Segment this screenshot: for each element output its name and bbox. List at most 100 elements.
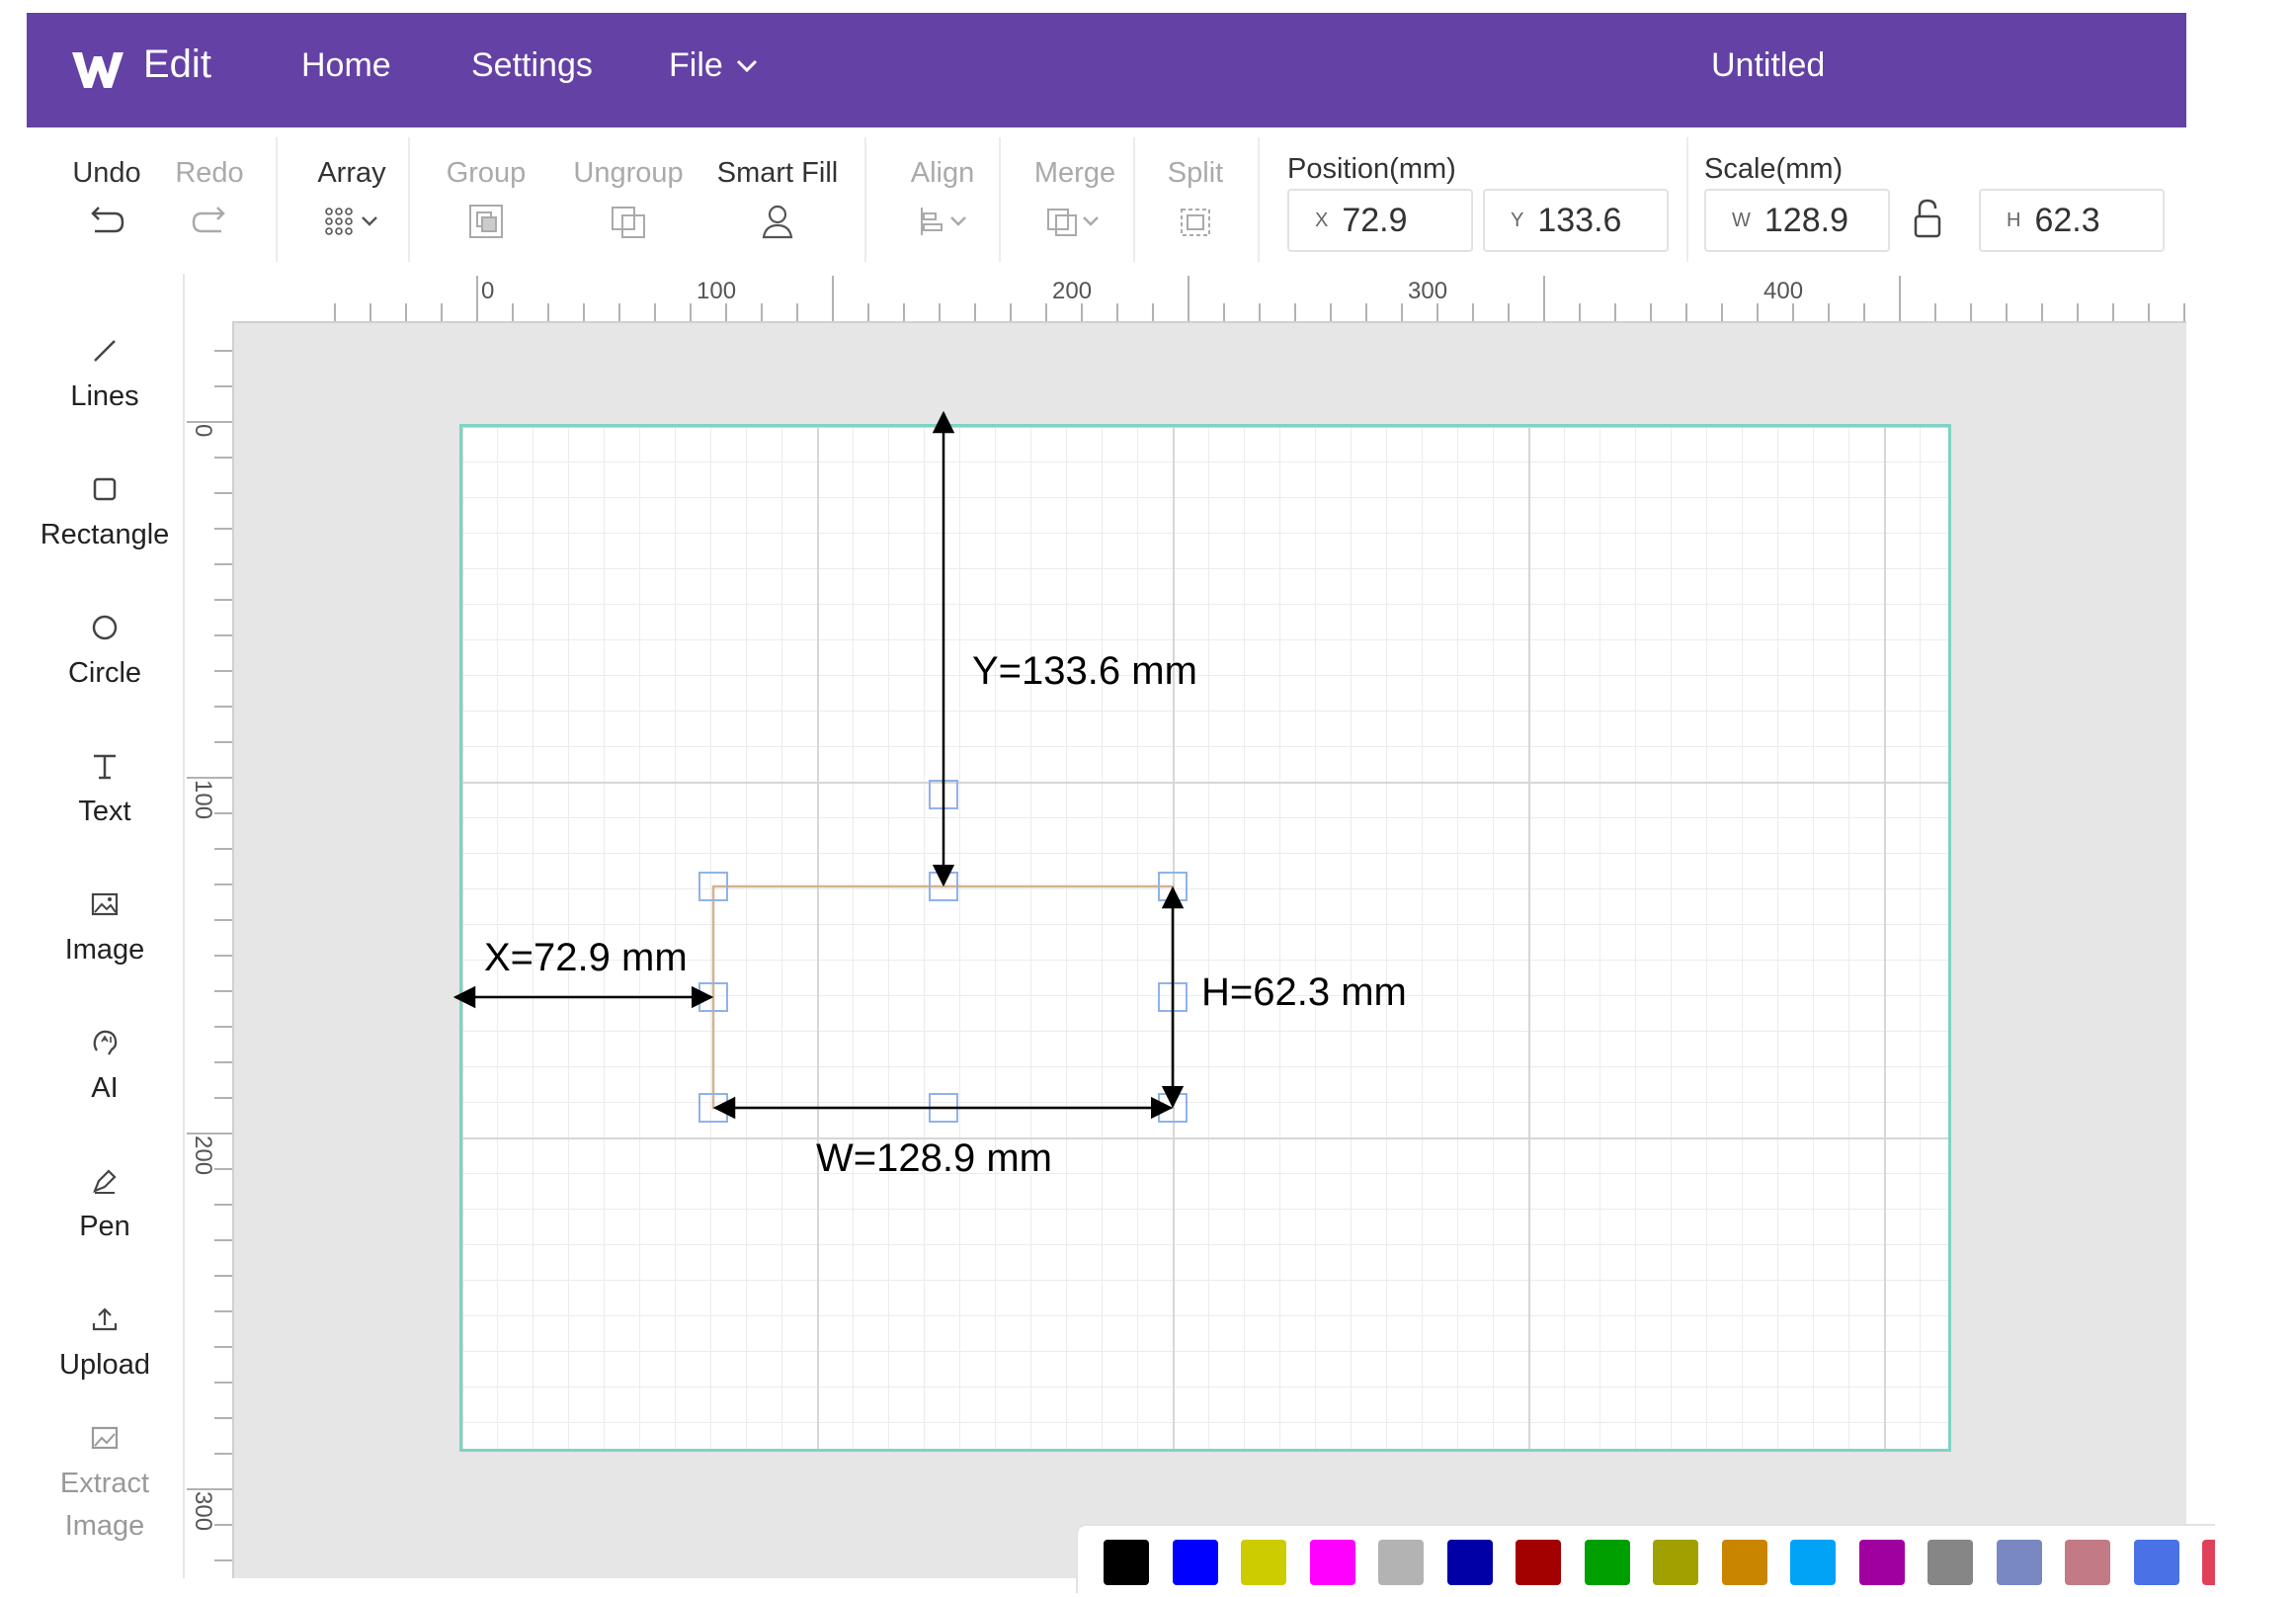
ruler-h-label: 100 — [697, 278, 737, 304]
scale-h-value: 62.3 — [2034, 201, 2100, 239]
tool-image-label: Image — [64, 934, 145, 966]
circle-icon — [92, 615, 118, 640]
ruler-h-label: 0 — [481, 278, 495, 304]
color-swatch[interactable] — [2202, 1540, 2215, 1585]
ruler-v-label: 300 — [190, 1491, 216, 1532]
color-swatch[interactable] — [1446, 1540, 1493, 1585]
ruler-h-label: 200 — [1052, 278, 1093, 304]
color-swatch[interactable] — [1378, 1540, 1424, 1585]
tool-pen-label: Pen — [79, 1211, 130, 1242]
scale-w-input[interactable]: W 128.9 — [1704, 189, 1890, 252]
tool-upload[interactable]: Upload — [27, 1302, 183, 1382]
ruler-h-label: 400 — [1763, 278, 1804, 304]
color-swatch[interactable] — [1858, 1540, 1905, 1585]
tool-image[interactable]: Image — [27, 886, 183, 967]
tool-text[interactable]: Text — [27, 748, 183, 828]
position-y-prefix: Y — [1511, 209, 1524, 231]
position-y-input[interactable]: Y 133.6 — [1483, 189, 1669, 252]
nav-file-label: File — [669, 46, 723, 84]
color-swatch[interactable] — [1241, 1540, 1286, 1585]
toolbar-divider — [999, 137, 1001, 262]
ungroup-button[interactable]: Ungroup — [554, 157, 702, 241]
merge-icon — [1047, 209, 1099, 236]
array-label: Array — [317, 157, 386, 189]
align-button[interactable]: Align — [888, 157, 997, 241]
tool-rectangle[interactable]: Rectangle — [27, 471, 183, 551]
scale-label: Scale(mm) — [1704, 153, 1844, 185]
canvas-area[interactable] — [234, 323, 2186, 1578]
ruler-v-label: 200 — [190, 1135, 216, 1176]
color-swatch[interactable] — [2065, 1540, 2110, 1585]
tool-circle[interactable]: Circle — [27, 610, 183, 690]
scale-w-prefix: W — [1732, 209, 1751, 231]
tool-circle-label: Circle — [67, 657, 142, 689]
ruler-v-label: 100 — [190, 780, 216, 820]
upload-icon — [92, 1307, 118, 1331]
ai-brain-icon — [93, 1030, 118, 1055]
color-swatch[interactable] — [1790, 1540, 1836, 1585]
color-swatch[interactable] — [1104, 1540, 1149, 1585]
scale-h-input[interactable]: H 62.3 — [1979, 189, 2165, 252]
tool-upload-label: Upload — [59, 1349, 150, 1381]
tool-lines[interactable]: Lines — [27, 333, 183, 413]
unlock-icon[interactable] — [1910, 197, 1945, 240]
redo-button[interactable]: Redo — [165, 157, 254, 241]
nav-home[interactable]: Home — [301, 46, 391, 85]
color-swatch[interactable] — [1721, 1540, 1767, 1585]
tool-ai-label: AI — [91, 1072, 119, 1104]
text-icon — [94, 754, 116, 780]
undo-label: Undo — [72, 157, 141, 189]
ruler-v-label: 0 — [190, 424, 216, 438]
color-swatch[interactable] — [1653, 1540, 1698, 1585]
ungroup-icon — [612, 207, 645, 238]
vertical-ruler-ticks — [187, 350, 232, 1561]
color-swatch[interactable] — [1927, 1540, 1973, 1585]
color-swatch[interactable] — [1309, 1540, 1355, 1585]
undo-icon — [91, 207, 124, 233]
chevron-down-icon — [736, 59, 757, 72]
split-icon — [1181, 209, 1210, 236]
group-button[interactable]: Group — [434, 157, 538, 241]
group-label: Group — [446, 157, 527, 189]
color-swatch[interactable] — [1172, 1540, 1218, 1585]
split-button[interactable]: Split — [1153, 157, 1238, 241]
merge-button[interactable]: Merge — [1021, 157, 1129, 241]
nav-file-menu[interactable]: File — [669, 46, 759, 85]
toolbar-divider — [864, 137, 866, 262]
app-edit-label: Edit — [143, 42, 211, 86]
app-window: Edit Home Settings File Untitled Undo Re… — [27, 13, 2215, 1593]
left-tool-panel: Lines Rectangle Circle Text Image AI Pen — [27, 274, 185, 1578]
redo-icon — [192, 207, 225, 233]
position-y-value: 133.6 — [1537, 201, 1622, 239]
toolbar-divider — [276, 137, 278, 262]
position-x-input[interactable]: X 72.9 — [1287, 189, 1473, 252]
tool-lines-label: Lines — [70, 380, 139, 412]
color-swatch[interactable] — [1996, 1540, 2042, 1585]
toolbar: Undo Redo Array Group Ungroup Smart Fill… — [27, 127, 2186, 276]
group-icon — [469, 205, 503, 238]
redo-label: Redo — [175, 157, 244, 189]
artboard-grid[interactable] — [459, 424, 1951, 1452]
smart-fill-button[interactable]: Smart Fill — [708, 157, 847, 241]
tool-ai[interactable]: AI — [27, 1025, 183, 1105]
tool-pen[interactable]: Pen — [27, 1163, 183, 1243]
line-icon — [94, 340, 116, 362]
pen-icon — [93, 1169, 117, 1194]
array-button[interactable]: Array — [297, 157, 406, 241]
color-swatch[interactable] — [1584, 1540, 1630, 1585]
align-label: Align — [910, 157, 975, 189]
nav-settings[interactable]: Settings — [471, 46, 593, 85]
document-title[interactable]: Untitled — [1711, 46, 1825, 85]
rectangle-icon — [93, 477, 117, 501]
tool-extract-image[interactable]: Extract Image — [27, 1420, 183, 1543]
horizontal-ruler: 0 100 200 300 400 — [185, 274, 2186, 323]
tool-extract-label-line1: Extract — [59, 1468, 150, 1499]
color-swatch[interactable] — [1516, 1540, 1561, 1585]
undo-button[interactable]: Undo — [62, 157, 151, 241]
toolbar-divider — [1258, 137, 1260, 262]
image-icon — [91, 892, 119, 916]
array-grid-icon — [325, 208, 377, 235]
position-label: Position(mm) — [1287, 153, 1456, 185]
toolbar-divider — [1133, 137, 1135, 262]
color-swatch[interactable] — [2133, 1540, 2179, 1585]
